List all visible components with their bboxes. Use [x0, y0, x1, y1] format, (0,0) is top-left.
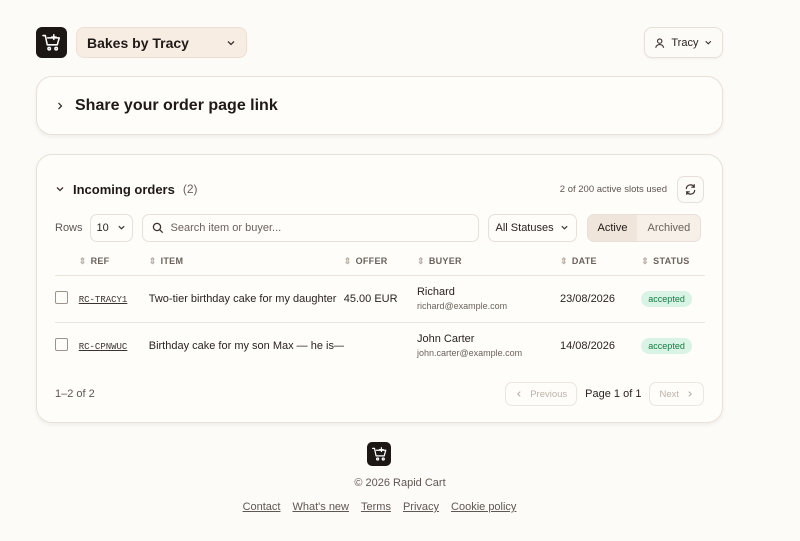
- share-title: Share your order page link: [75, 96, 278, 114]
- chevron-down-icon: [560, 225, 568, 230]
- user-icon: [655, 37, 665, 48]
- status-filter-select[interactable]: All Statuses: [487, 213, 577, 242]
- refresh-button[interactable]: [677, 175, 704, 203]
- order-date: 14/08/2026: [559, 339, 616, 352]
- footer-link-privacy[interactable]: Privacy: [403, 501, 439, 513]
- previous-page-button[interactable]: Previous: [505, 382, 578, 406]
- sort-icon: ⇕: [148, 256, 157, 267]
- chevron-down-icon: [227, 40, 235, 45]
- shop-selector[interactable]: Bakes by Tracy: [76, 27, 247, 58]
- search-placeholder: Search item or buyer...: [170, 221, 282, 234]
- buyer-name: Richard: [416, 286, 455, 298]
- brand-logo[interactable]: [36, 27, 67, 58]
- search-icon: [152, 222, 163, 233]
- status-badge: accepted: [641, 337, 692, 354]
- row-checkbox[interactable]: [55, 290, 68, 304]
- status-filter-value: All Statuses: [495, 221, 554, 234]
- table-header-row: ⇕ REF ⇕ ITEM ⇕ OFFER ⇕ BUYER ⇕ DATE ⇕ STATUS: [55, 249, 705, 276]
- order-item: Birthday cake for my son Max — he is—: [148, 339, 344, 352]
- rows-per-page-select[interactable]: 10: [89, 213, 133, 242]
- chevron-right-icon: [58, 102, 63, 109]
- column-header-item[interactable]: ⇕ ITEM: [148, 249, 344, 276]
- orders-table: ⇕ REF ⇕ ITEM ⇕ OFFER ⇕ BUYER ⇕ DATE ⇕ STATUS R…: [55, 249, 705, 369]
- refresh-icon: [685, 183, 696, 195]
- sort-icon: ⇕: [559, 256, 568, 267]
- chevron-down-icon: [117, 225, 125, 230]
- sort-icon: ⇕: [78, 256, 87, 267]
- orders-title: Incoming orders: [73, 181, 175, 197]
- footer-link-terms[interactable]: Terms: [361, 501, 391, 513]
- chevron-left-icon: [517, 391, 521, 397]
- tab-active[interactable]: Active: [587, 214, 638, 241]
- orders-header: Incoming orders (2) 2 of 200 active slot…: [55, 175, 704, 203]
- buyer-name: John Carter: [416, 333, 475, 346]
- shop-name: Bakes by Tracy: [87, 34, 189, 51]
- footer-logo: [367, 442, 391, 466]
- table-row[interactable]: RC-TRACY1 Two-tier birthday cake for my …: [55, 275, 705, 323]
- page-info: Page 1 of 1: [585, 388, 642, 400]
- buyer-email: richard@example.com: [416, 301, 508, 311]
- pagination: Previous Page 1 of 1 Next: [505, 382, 704, 406]
- order-ref-link[interactable]: RC-CPNWUC: [79, 342, 128, 352]
- buyer-email: john.carter@example.com: [416, 348, 523, 359]
- cart-icon: [371, 447, 386, 461]
- chevron-down-icon[interactable]: [55, 184, 65, 194]
- range-text: 1–2 of 2: [55, 388, 95, 400]
- orders-card: Incoming orders (2) 2 of 200 active slot…: [36, 154, 723, 423]
- user-name: Tracy: [671, 36, 699, 49]
- rows-label: Rows: [55, 221, 83, 234]
- footer-link-contact[interactable]: Contact: [243, 501, 281, 513]
- previous-label: Previous: [530, 388, 568, 400]
- column-header-buyer[interactable]: ⇕ BUYER: [416, 249, 560, 276]
- next-page-button[interactable]: Next: [649, 382, 704, 406]
- chevron-right-icon: [688, 391, 692, 397]
- status-badge: accepted: [641, 290, 692, 307]
- cart-icon: [42, 34, 60, 51]
- footer-links: Contact What's new Terms Privacy Cookie …: [0, 501, 759, 513]
- active-archived-toggle: Active Archived: [586, 213, 702, 242]
- tab-archived[interactable]: Archived: [637, 215, 700, 241]
- sort-icon: ⇕: [343, 256, 352, 267]
- slots-usage: 2 of 200 active slots used: [559, 183, 667, 195]
- footer-link-whats-new[interactable]: What's new: [292, 501, 349, 513]
- order-offer: 45.00 EUR: [343, 292, 398, 305]
- column-header-ref[interactable]: ⇕ REF: [78, 249, 149, 276]
- next-label: Next: [659, 388, 679, 400]
- footer-link-cookie-policy[interactable]: Cookie policy: [451, 501, 516, 513]
- share-link-card[interactable]: Share your order page link: [36, 76, 723, 135]
- row-checkbox[interactable]: [55, 337, 68, 351]
- table-row[interactable]: RC-CPNWUC Birthday cake for my son Max —…: [55, 322, 705, 369]
- chevron-down-icon: [705, 40, 712, 45]
- column-header-status[interactable]: ⇕ STATUS: [641, 249, 705, 276]
- header-select: [55, 249, 79, 276]
- order-item: Two-tier birthday cake for my daughter: [148, 292, 337, 305]
- orders-controls: Rows 10 Search item or buyer... All Stat…: [55, 213, 704, 242]
- column-header-date[interactable]: ⇕ DATE: [559, 249, 642, 276]
- sort-icon: ⇕: [641, 256, 650, 267]
- order-ref-link[interactable]: RC-TRACY1: [79, 295, 128, 305]
- search-input[interactable]: Search item or buyer...: [141, 213, 479, 242]
- pagination-row: 1–2 of 2 Previous Page 1 of 1 Next: [55, 381, 704, 407]
- copyright-text: © 2026 Rapid Cart: [354, 477, 446, 489]
- order-date: 23/08/2026: [559, 292, 616, 305]
- orders-count: (2): [182, 182, 198, 196]
- sort-icon: ⇕: [416, 256, 425, 267]
- column-header-offer[interactable]: ⇕ OFFER: [343, 249, 417, 276]
- rows-value: 10: [96, 221, 109, 234]
- user-menu-button[interactable]: Tracy: [644, 27, 723, 58]
